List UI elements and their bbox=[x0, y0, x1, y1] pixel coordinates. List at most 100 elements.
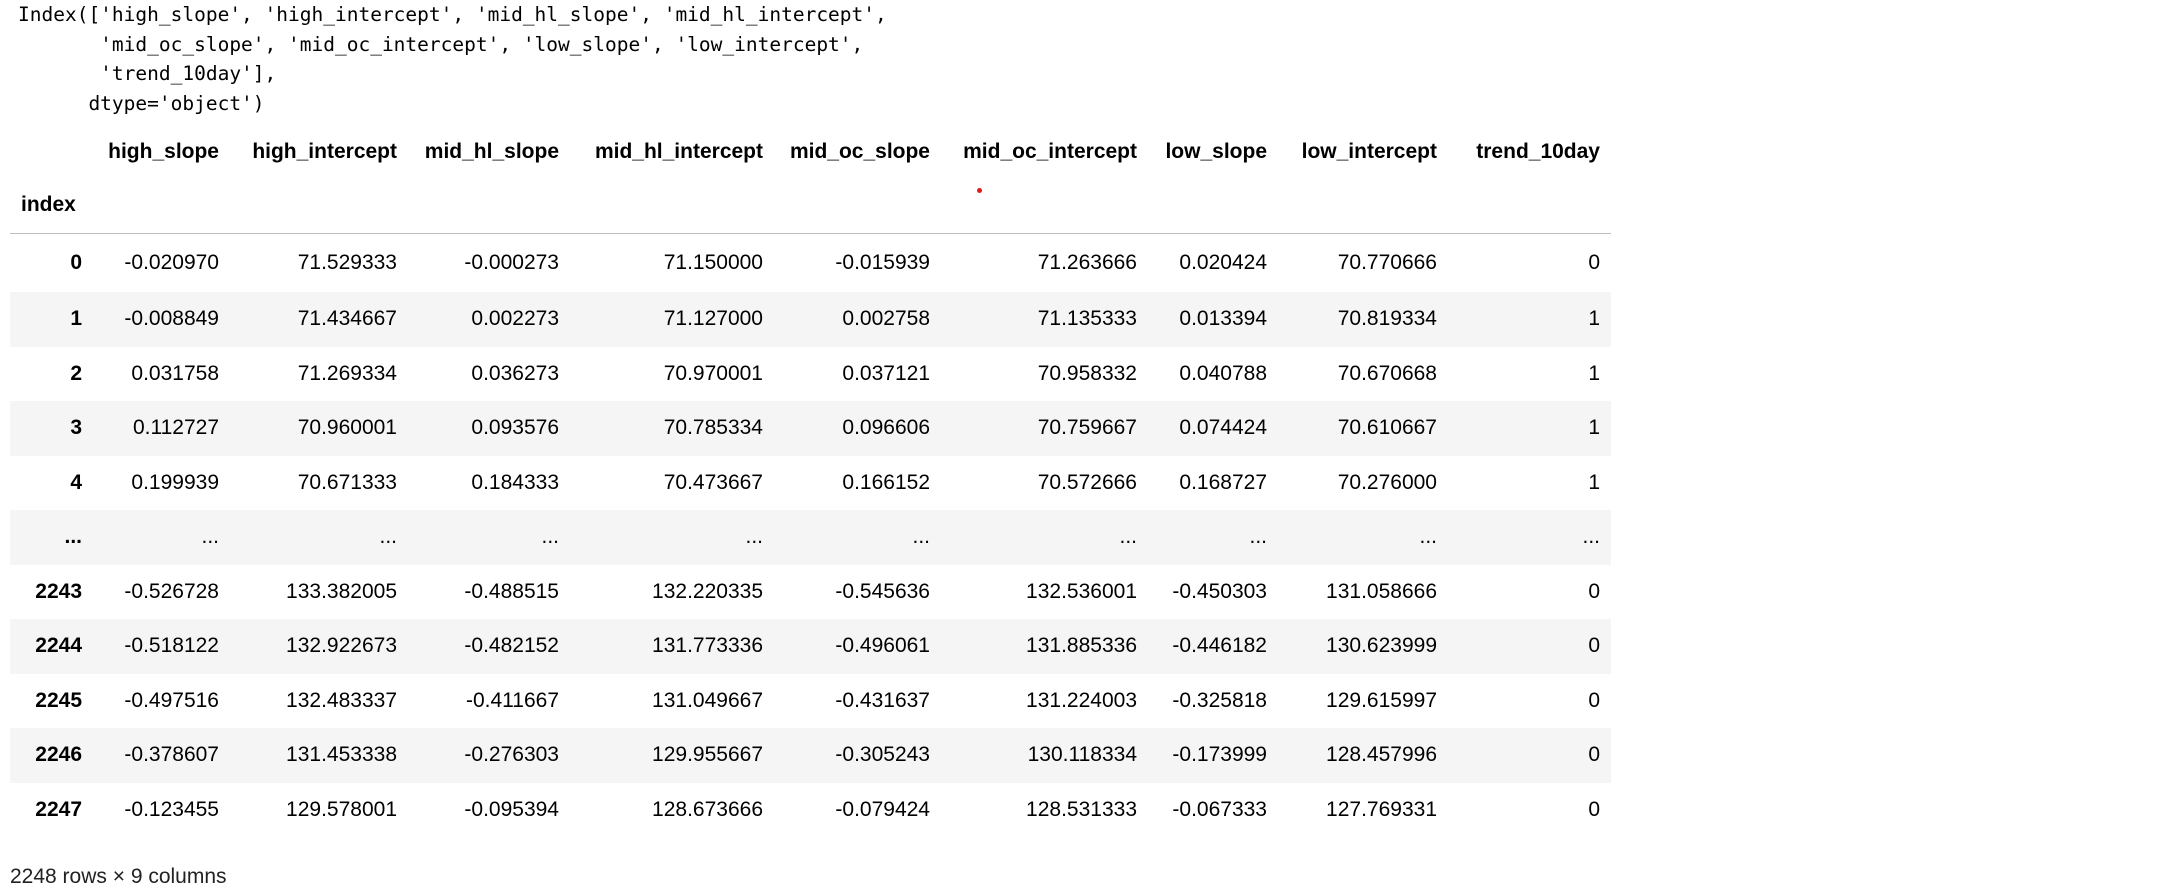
table-cell: 0 bbox=[1588, 579, 1600, 603]
table-cell: 131.058666 bbox=[1326, 579, 1437, 603]
table-cell: -0.008849 bbox=[124, 307, 219, 331]
row-index-cell: 0 bbox=[70, 251, 82, 274]
table-row: 1 -0.008849 71.434667 0.002273 71.127000 0.00… bbox=[10, 292, 1611, 347]
table-cell: 70.819334 bbox=[1337, 307, 1437, 331]
row-index-cell: 1 bbox=[70, 307, 82, 331]
table-cell: 70.572666 bbox=[1037, 470, 1137, 494]
table-cell: ... bbox=[541, 525, 559, 549]
table-cell: ... bbox=[1419, 525, 1437, 549]
table-cell: 0.020424 bbox=[1179, 251, 1267, 274]
table-cell: 0.168727 bbox=[1179, 470, 1267, 494]
table-cell: 71.135333 bbox=[1037, 307, 1137, 331]
table-cell: 71.434667 bbox=[297, 307, 397, 331]
table-cell: 127.769331 bbox=[1326, 797, 1437, 821]
dataframe-shape-summary: 2248 rows × 9 columns bbox=[10, 865, 227, 888]
table-cell: 71.269334 bbox=[297, 361, 397, 385]
table-cell: -0.378607 bbox=[124, 743, 219, 767]
table-cell: 1 bbox=[1588, 416, 1600, 440]
table-cell: -0.488515 bbox=[464, 579, 559, 603]
table-cell: -0.020970 bbox=[124, 251, 219, 274]
table-cell: 130.623999 bbox=[1326, 634, 1437, 658]
table-cell: 70.671333 bbox=[297, 470, 397, 494]
table-cell: 131.773336 bbox=[652, 634, 763, 658]
table-cell: 128.673666 bbox=[652, 797, 763, 821]
table-cell: 0.093576 bbox=[471, 416, 559, 440]
table-cell: 70.970001 bbox=[663, 361, 763, 385]
table-cell: 132.922673 bbox=[286, 634, 397, 658]
table-cell: 129.615997 bbox=[1326, 688, 1437, 712]
table-cell: ... bbox=[379, 525, 397, 549]
table-cell: 0.002273 bbox=[471, 307, 559, 331]
table-row: 2245 -0.497516 132.483337 -0.411667 131.0496… bbox=[10, 674, 1611, 729]
table-cell: 71.263666 bbox=[1037, 251, 1137, 274]
table-cell: ... bbox=[1249, 525, 1267, 549]
table-cell: 0.199939 bbox=[131, 470, 219, 494]
table-row: 2246 -0.378607 131.453338 -0.276303 129.9556… bbox=[10, 728, 1611, 783]
table-cell: 0.166152 bbox=[842, 470, 930, 494]
table-cell: 131.049667 bbox=[652, 688, 763, 712]
table-cell: 71.127000 bbox=[663, 307, 763, 331]
row-index-cell: 4 bbox=[70, 470, 82, 494]
table-cell: ... bbox=[1582, 525, 1600, 549]
table-cell: -0.431637 bbox=[835, 688, 930, 712]
table-row: 2 0.031758 71.269334 0.036273 70.970001 0.037… bbox=[10, 347, 1611, 402]
table-cell: 71.150000 bbox=[663, 251, 763, 274]
table-cell: -0.497516 bbox=[124, 688, 219, 712]
table-cell: 0.036273 bbox=[471, 361, 559, 385]
table-row: .............................. bbox=[10, 510, 1611, 565]
table-cell: 0.037121 bbox=[842, 361, 930, 385]
row-index-cell: 2243 bbox=[35, 579, 82, 603]
table-cell: 132.483337 bbox=[286, 688, 397, 712]
row-index-cell: 2 bbox=[70, 361, 82, 385]
column-header: trend_10day bbox=[1476, 140, 1600, 163]
row-index-cell: 2246 bbox=[35, 743, 82, 767]
table-cell: 0 bbox=[1588, 797, 1600, 821]
table-cell: 70.958332 bbox=[1037, 361, 1137, 385]
table-cell: 128.531333 bbox=[1026, 797, 1137, 821]
table-row: 0 -0.020970 71.529333 -0.000273 71.150000 -0.… bbox=[10, 234, 1611, 293]
index-printout-line: Index(['high_slope', 'high_intercept', '… bbox=[18, 3, 887, 26]
table-cell: -0.173999 bbox=[1172, 743, 1267, 767]
table-cell: 1 bbox=[1588, 361, 1600, 385]
table-cell: -0.276303 bbox=[464, 743, 559, 767]
row-index-cell: 2244 bbox=[35, 634, 82, 658]
table-cell: 128.457996 bbox=[1326, 743, 1437, 767]
table-cell: -0.526728 bbox=[124, 579, 219, 603]
table-cell: 129.955667 bbox=[652, 743, 763, 767]
table-cell: 0 bbox=[1588, 251, 1600, 274]
table-cell: ... bbox=[912, 525, 930, 549]
column-header: mid_oc_slope bbox=[789, 140, 930, 163]
table-cell: 0.013394 bbox=[1179, 307, 1267, 331]
row-index-cell: ... bbox=[64, 525, 82, 549]
column-header: mid_hl_slope bbox=[424, 140, 559, 163]
cursor-marker-dot bbox=[977, 188, 982, 193]
table-cell: 131.224003 bbox=[1026, 688, 1137, 712]
notebook-output-area: Index(['high_slope', 'high_intercept', '… bbox=[10, 0, 1620, 889]
table-cell: -0.446182 bbox=[1172, 634, 1267, 658]
table-cell: 0.031758 bbox=[131, 361, 219, 385]
column-header: mid_hl_intercept bbox=[594, 140, 763, 163]
table-cell: 131.453338 bbox=[286, 743, 397, 767]
table-cell: ... bbox=[201, 525, 219, 549]
table-cell: -0.482152 bbox=[464, 634, 559, 658]
table-cell: -0.545636 bbox=[835, 579, 930, 603]
index-name-row: index bbox=[10, 177, 1611, 234]
table-cell: 1 bbox=[1588, 307, 1600, 331]
index-printout-line: 'mid_oc_slope', 'mid_oc_intercept', 'low… bbox=[18, 32, 864, 56]
table-cell: 129.578001 bbox=[286, 797, 397, 821]
index-printout: Index(['high_slope', 'high_intercept', '… bbox=[10, 0, 1620, 118]
table-row: 2247 -0.123455 129.578001 -0.095394 128.6736… bbox=[10, 783, 1611, 838]
dataframe-table: high_slope high_intercept mid_hl_slope m… bbox=[10, 127, 1611, 837]
table-cell: -0.450303 bbox=[1172, 579, 1267, 603]
index-printout-line: 'trend_10day'], bbox=[18, 62, 277, 85]
row-index-cell: 2247 bbox=[35, 797, 82, 821]
table-cell: 133.382005 bbox=[286, 579, 397, 603]
table-row: 3 0.112727 70.960001 0.093576 70.785334 0.096… bbox=[10, 401, 1611, 456]
table-cell: 70.960001 bbox=[297, 416, 397, 440]
table-cell: -0.325818 bbox=[1172, 688, 1267, 712]
column-header: mid_oc_intercept bbox=[963, 140, 1137, 163]
row-index-cell: 2245 bbox=[35, 688, 82, 712]
dataframe-container: high_slope high_intercept mid_hl_slope m… bbox=[10, 127, 1620, 837]
column-header: low_slope bbox=[1165, 140, 1267, 163]
table-cell: 70.770666 bbox=[1337, 251, 1437, 274]
